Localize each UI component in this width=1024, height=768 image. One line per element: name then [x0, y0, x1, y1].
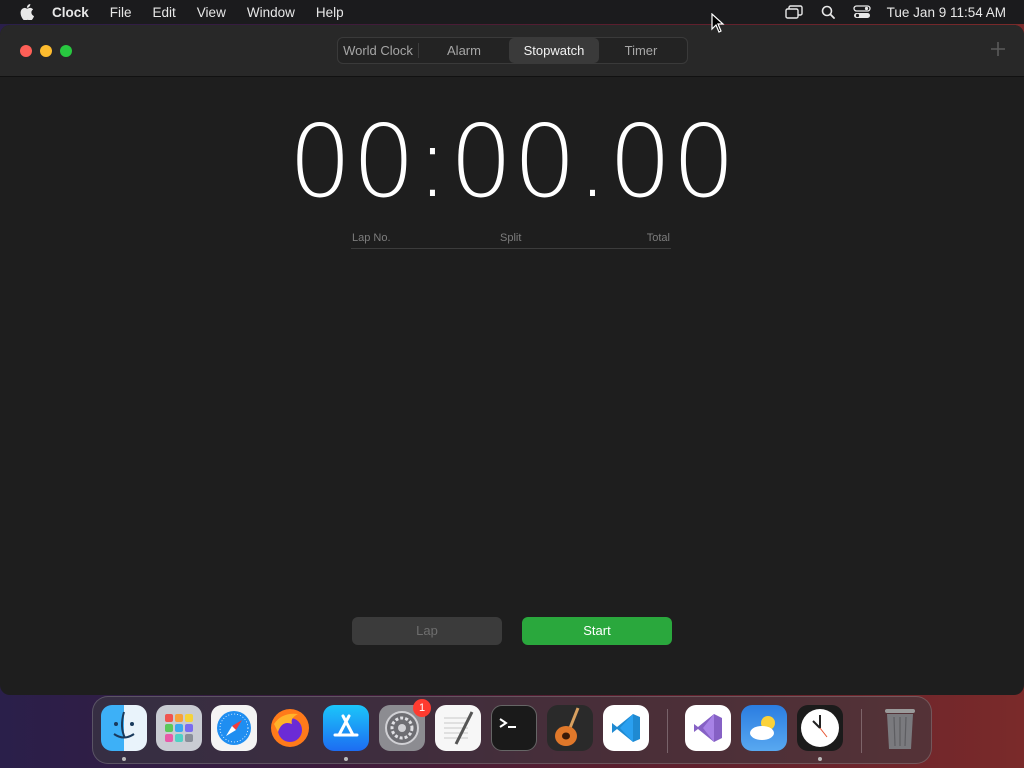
menu-app-name[interactable]: Clock	[52, 5, 89, 20]
window-titlebar: World Clock Alarm Stopwatch Timer	[0, 25, 1024, 77]
tab-stopwatch[interactable]: Stopwatch	[509, 38, 599, 63]
minimize-button[interactable]	[40, 45, 52, 57]
lap-button[interactable]: Lap	[352, 617, 502, 645]
window-controls	[20, 45, 72, 57]
column-split: Split	[500, 232, 522, 244]
trash-icon[interactable]	[877, 705, 923, 751]
running-indicator	[344, 757, 348, 761]
tab-alarm[interactable]: Alarm	[419, 38, 509, 63]
app-store-icon[interactable]	[323, 705, 369, 751]
stopwatch-time-display: 00:00.00	[288, 103, 736, 220]
finder-icon[interactable]	[101, 705, 147, 751]
zoom-button[interactable]	[60, 45, 72, 57]
dock-separator	[861, 709, 862, 753]
menu-bar: Clock File Edit View Window Help Tue Jan…	[0, 0, 1024, 24]
apple-logo-icon[interactable]	[18, 3, 36, 21]
menu-window[interactable]: Window	[247, 5, 295, 20]
textedit-icon[interactable]	[435, 705, 481, 751]
menu-datetime[interactable]: Tue Jan 9 11:54 AM	[887, 5, 1006, 20]
dock-separator	[667, 709, 668, 753]
notification-badge: 1	[413, 699, 431, 717]
running-indicator	[122, 757, 126, 761]
running-indicator	[818, 757, 822, 761]
firefox-icon[interactable]	[267, 705, 313, 751]
menu-edit[interactable]: Edit	[153, 5, 176, 20]
close-button[interactable]	[20, 45, 32, 57]
screen-mirroring-icon[interactable]	[783, 4, 805, 20]
tab-bar: World Clock Alarm Stopwatch Timer	[337, 37, 688, 64]
weather-icon[interactable]	[741, 705, 787, 751]
garageband-icon[interactable]	[547, 705, 593, 751]
visual-studio-icon[interactable]	[685, 705, 731, 751]
plus-icon[interactable]	[990, 41, 1006, 57]
safari-icon[interactable]	[211, 705, 257, 751]
start-button[interactable]: Start	[522, 617, 672, 645]
tab-timer[interactable]: Timer	[599, 38, 683, 63]
mouse-cursor-icon	[711, 12, 725, 33]
menu-help[interactable]: Help	[316, 5, 344, 20]
terminal-icon[interactable]	[491, 705, 537, 751]
tab-world-clock[interactable]: World Clock	[338, 38, 418, 63]
spotlight-search-icon[interactable]	[817, 4, 839, 20]
column-lap-number: Lap No.	[352, 232, 391, 244]
system-settings-icon[interactable]: 1	[379, 699, 431, 751]
launchpad-icon[interactable]	[156, 705, 202, 751]
menu-file[interactable]: File	[110, 5, 132, 20]
vscode-icon[interactable]	[603, 705, 649, 751]
laps-table-header: Lap No. Split Total	[351, 229, 671, 249]
control-center-icon[interactable]	[851, 4, 873, 20]
clock-icon[interactable]	[797, 705, 843, 751]
column-total: Total	[646, 232, 670, 244]
menu-view[interactable]: View	[197, 5, 226, 20]
clock-window: World Clock Alarm Stopwatch Timer 00:00.…	[0, 25, 1024, 695]
dock: 1	[92, 696, 932, 764]
